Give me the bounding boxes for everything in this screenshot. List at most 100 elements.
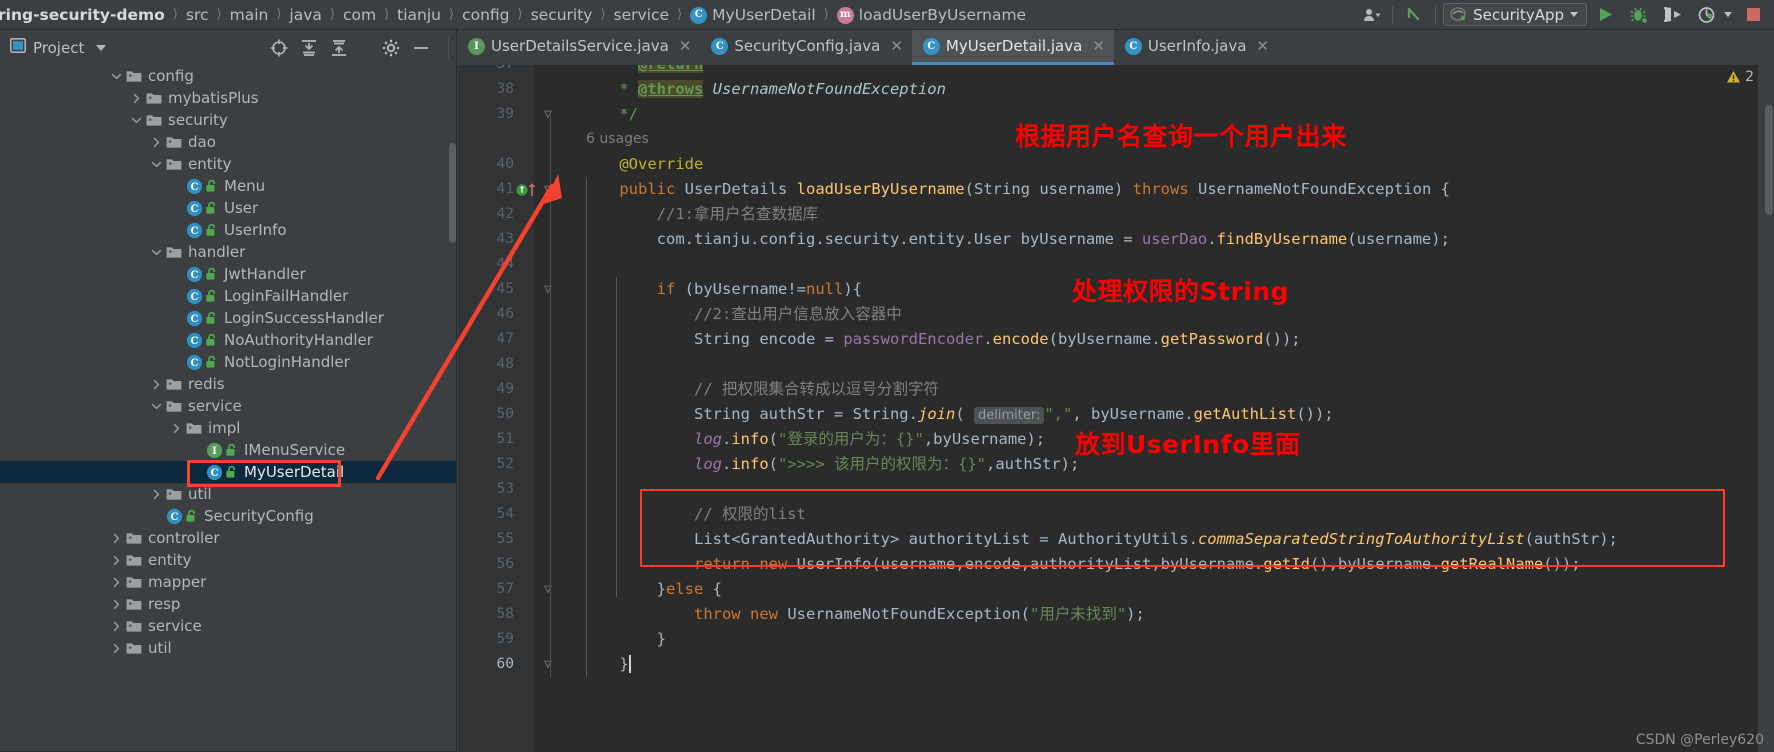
class-badge-icon: C [1124, 37, 1142, 55]
tab-user-details-service[interactable]: I UserDetailsService.java ✕ [457, 30, 700, 65]
sidebar-scrollbar[interactable] [449, 143, 456, 243]
tab-my-user-detail[interactable]: C MyUserDetail.java ✕ [911, 30, 1114, 65]
breadcrumb-item-method[interactable]: m loadUserByUsername [834, 0, 1029, 30]
line-number: 38 [496, 81, 514, 97]
breadcrumb-item-config[interactable]: config [459, 0, 512, 30]
breadcrumb-item-tianju[interactable]: tianju [394, 0, 444, 30]
chevron-right-icon[interactable] [148, 134, 164, 150]
breadcrumb-item-class[interactable]: C MyUserDetail [687, 0, 819, 30]
stop-square-icon[interactable] [1743, 3, 1764, 27]
run-play-icon[interactable] [1593, 3, 1618, 27]
line-number: 50 [496, 406, 514, 422]
breadcrumb-item-project[interactable]: ring-security-demo [0, 0, 168, 30]
collapse-all-icon[interactable] [330, 39, 348, 57]
chevron-down-icon[interactable] [128, 112, 144, 128]
close-icon[interactable]: ✕ [679, 37, 692, 55]
breadcrumb-item-security[interactable]: security [528, 0, 596, 30]
folder-icon [126, 553, 142, 567]
settings-gear-icon[interactable] [382, 39, 400, 57]
chevron-right-icon[interactable] [128, 90, 144, 106]
tree-item-mybatisplus[interactable]: mybatisPlus [0, 87, 456, 109]
chevron-right-icon[interactable] [108, 640, 124, 656]
chevron-right-icon[interactable] [108, 618, 124, 634]
tree-item-menu[interactable]: C Menu [0, 175, 456, 197]
tree-item-mapper[interactable]: mapper [0, 571, 456, 593]
tree-item-security[interactable]: security [0, 109, 456, 131]
method-badge-icon: m [836, 6, 854, 24]
chevron-down-icon[interactable] [148, 244, 164, 260]
breadcrumb-item-service[interactable]: service [611, 0, 673, 30]
tree-item-config[interactable]: config [0, 65, 456, 87]
chevron-right-icon[interactable] [108, 530, 124, 546]
tree-item-securityconfig[interactable]: C SecurityConfig [0, 505, 456, 527]
tree-item-myuserdetail[interactable]: C MyUserDetail [0, 461, 456, 483]
tree-item-controller[interactable]: controller [0, 527, 456, 549]
tree-item-handler[interactable]: handler [0, 241, 456, 263]
breadcrumb-item-com[interactable]: com [340, 0, 379, 30]
breadcrumb-separator: ⟩ [216, 7, 222, 22]
breadcrumb-item-src[interactable]: src [183, 0, 212, 30]
tree-item-impl[interactable]: impl [0, 417, 456, 439]
line-number: 42 [496, 206, 514, 222]
breadcrumb-item-main[interactable]: main [227, 0, 272, 30]
expand-all-icon[interactable] [300, 39, 318, 57]
tree-item-loginsuccesshandler[interactable]: C LoginSuccessHandler [0, 307, 456, 329]
hide-minimize-icon[interactable] [412, 39, 430, 57]
chevron-right-icon[interactable] [148, 486, 164, 502]
tree-item-jwthandler[interactable]: C JwtHandler [0, 263, 456, 285]
tree-item-entity[interactable]: entity [0, 153, 456, 175]
tree-item-notloginhandler[interactable]: C NotLoginHandler [0, 351, 456, 373]
close-icon[interactable]: ✕ [890, 37, 903, 55]
update-arrow-icon[interactable] [1400, 3, 1428, 27]
chevron-right-icon[interactable] [148, 376, 164, 392]
code-content[interactable]: 37 * @return 38 * @throws UsernameNotFou… [458, 65, 1774, 752]
project-tree-panel[interactable]: config mybatisPlus security dao entity C Menu C… [0, 65, 457, 752]
chevron-right-icon[interactable] [108, 574, 124, 590]
svg-text:C: C [191, 292, 199, 303]
tab-user-info[interactable]: C UserInfo.java ✕ [1114, 30, 1278, 65]
chevron-down-icon[interactable] [108, 68, 124, 84]
tree-item-service[interactable]: service [0, 395, 456, 417]
lock-public-icon [205, 311, 218, 325]
lock-public-icon [205, 289, 218, 303]
tree-item-util[interactable]: util [0, 483, 456, 505]
tree-item-util[interactable]: util [0, 637, 456, 659]
breadcrumb-item-java[interactable]: java [286, 0, 324, 30]
usages-hint[interactable]: 6 usages [586, 127, 649, 152]
tree-item-noauthorityhandler[interactable]: C NoAuthorityHandler [0, 329, 456, 351]
locate-icon[interactable] [270, 39, 288, 57]
close-icon[interactable]: ✕ [1256, 37, 1269, 55]
user-avatar-icon[interactable] [1359, 3, 1385, 27]
chevron-down-icon[interactable] [148, 156, 164, 172]
run-coverage-icon[interactable] [1660, 3, 1686, 27]
tree-item-redis[interactable]: redis [0, 373, 456, 395]
tab-security-config[interactable]: C SecurityConfig.java ✕ [700, 30, 912, 65]
chevron-right-icon[interactable] [108, 552, 124, 568]
tree-item-userinfo[interactable]: C UserInfo [0, 219, 456, 241]
chevron-right-icon[interactable] [168, 420, 184, 436]
tree-item-service[interactable]: service [0, 615, 456, 637]
tree-item-dao[interactable]: dao [0, 131, 456, 153]
profiler-dropdown-icon[interactable] [1720, 3, 1736, 27]
class-badge-icon: C [186, 354, 203, 371]
warning-count[interactable]: 2 [1726, 69, 1754, 85]
debug-bug-icon[interactable] [1626, 3, 1652, 27]
tree-item-entity[interactable]: entity [0, 549, 456, 571]
tree-item-resp[interactable]: resp [0, 593, 456, 615]
profiler-icon[interactable] [1694, 3, 1720, 27]
indent-guide [586, 177, 587, 677]
tree-item-imenuservice[interactable]: I IMenuService [0, 439, 456, 461]
line-number: 56 [496, 556, 514, 572]
tree-item-loginfailhandler[interactable]: C LoginFailHandler [0, 285, 456, 307]
chevron-right-icon[interactable] [108, 596, 124, 612]
code-editor[interactable]: 37 * @return 38 * @throws UsernameNotFou… [458, 65, 1774, 752]
implementing-method-icon[interactable] [516, 182, 542, 202]
chevron-down-icon[interactable] [96, 44, 107, 51]
chevron-down-icon[interactable] [148, 398, 164, 414]
parameter-hint: delimiter: [973, 407, 1045, 424]
close-icon[interactable]: ✕ [1092, 37, 1105, 55]
run-configuration-selector[interactable]: SecurityApp [1443, 3, 1587, 26]
tree-item-user[interactable]: C User [0, 197, 456, 219]
editor-scrollbar[interactable] [1765, 105, 1773, 215]
